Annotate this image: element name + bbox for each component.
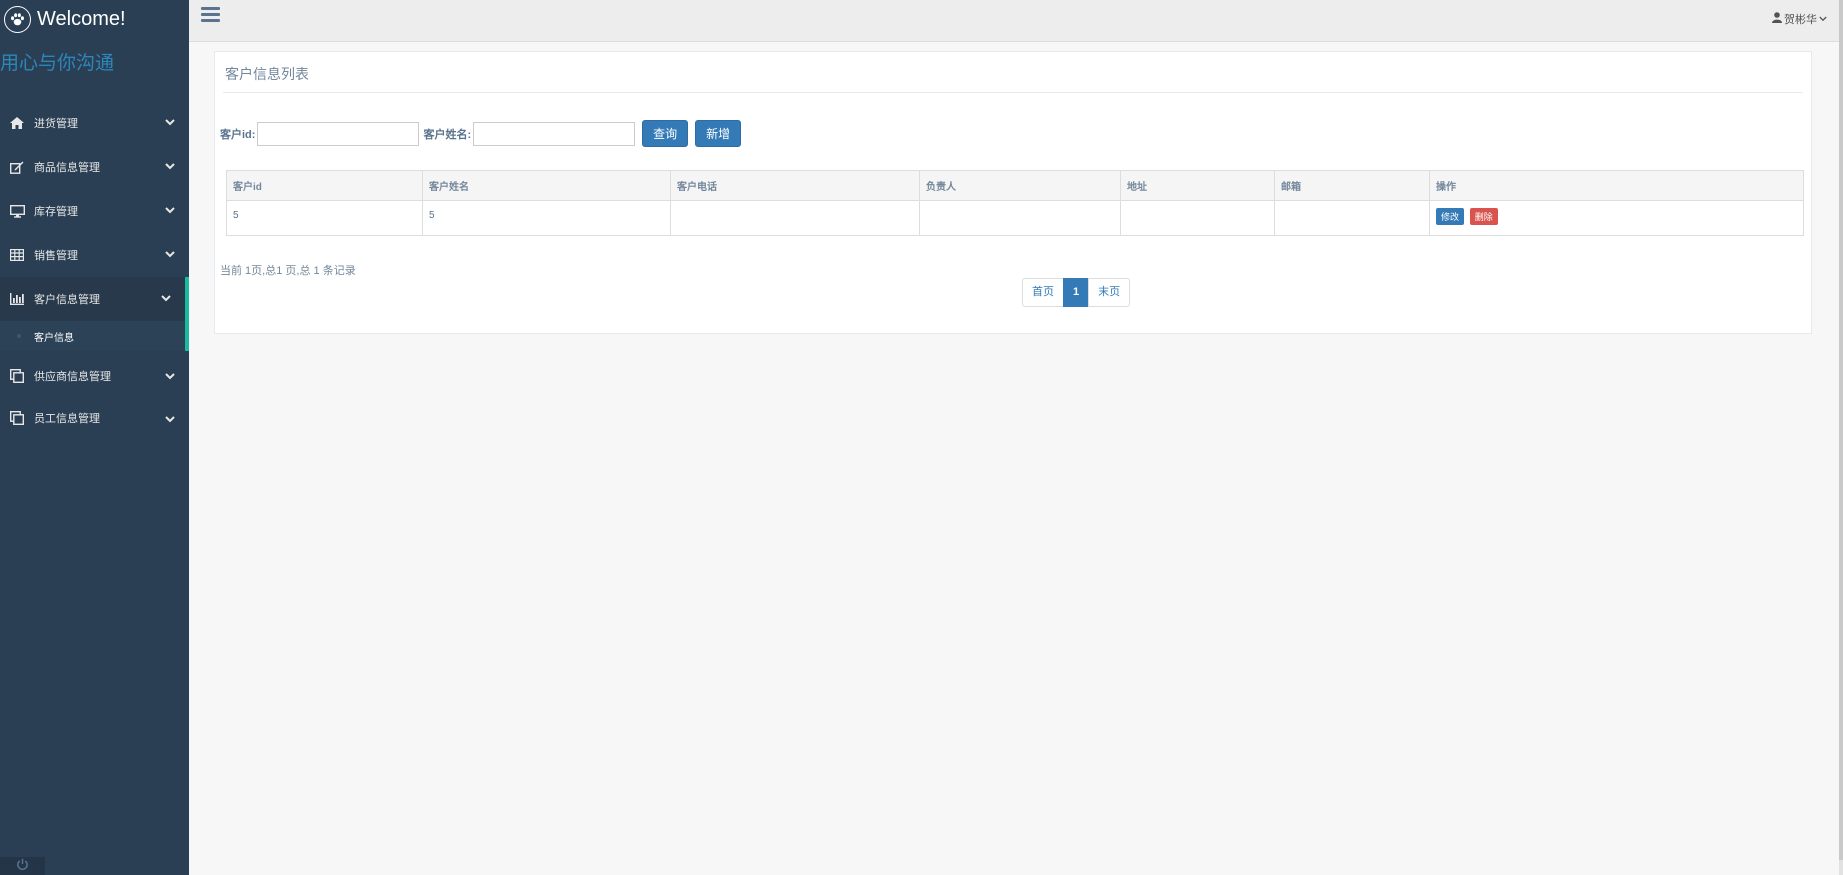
column-header: 地址 [1120,170,1275,201]
cell-customer-id: 5 [226,200,423,236]
bar-chart-icon [9,292,25,306]
sidebar-item-customers[interactable]: 客户信息管理 [0,277,189,321]
sidebar-item-suppliers[interactable]: 供应商信息管理 [0,357,189,395]
sidebar-item-label: 销售管理 [34,250,78,262]
logout-button[interactable] [0,857,45,875]
chevron-down-icon [165,414,175,426]
home-icon [9,116,25,130]
scrollbar[interactable] [1839,0,1843,875]
first-page-link[interactable]: 首页 [1022,278,1064,307]
table-header-row: 客户id 客户姓名 客户电话 负责人 地址 邮箱 操作 [226,170,1804,201]
column-header: 邮箱 [1274,170,1430,201]
sidebar-item-goods[interactable]: 商品信息管理 [0,145,189,189]
sidebar-item-sales[interactable]: 销售管理 [0,233,189,277]
last-page-link[interactable]: 末页 [1088,278,1131,307]
sidebar-item-label: 商品信息管理 [34,162,100,174]
column-header: 客户id [226,170,423,201]
scrollbar-thumb[interactable] [1839,0,1843,860]
top-navbar: 贺彬华 [189,0,1843,42]
query-button[interactable]: 查询 [642,120,689,147]
sidebar-item-employees[interactable]: 员工信息管理 [0,395,189,441]
sidebar-item-label: 库存管理 [34,206,78,218]
side-menu: 进货管理 商品信息管理 库存管理 销售管理 客户信息管理 客户信息 供应商信息管… [0,101,189,441]
customer-table: 客户id 客户姓名 客户电话 负责人 地址 邮箱 操作 5 5 修改 删除 [226,170,1804,236]
edit-button[interactable]: 修改 [1436,208,1465,225]
edit-icon [9,160,25,174]
delete-button[interactable]: 删除 [1469,208,1498,225]
chevron-down-icon [165,117,175,129]
sidebar-item-label: 进货管理 [34,118,78,130]
submenu-item-customer-info[interactable]: 客户信息 [0,321,189,351]
cell-email [1274,200,1430,236]
cell-manager [919,200,1121,236]
user-dropdown[interactable]: 贺彬华 [1772,11,1827,27]
column-header: 操作 [1429,170,1804,201]
sidebar-item-inventory[interactable]: 库存管理 [0,189,189,233]
desktop-icon [9,204,25,218]
cell-customer-phone [670,200,920,236]
chevron-down-icon [165,249,175,261]
page-title: 客户信息列表 [225,66,309,82]
chevron-down-icon [165,161,175,173]
page-info: 当前 1页,总1 页,总 1 条记录 [220,265,356,277]
column-header: 客户姓名 [422,170,671,201]
sidebar-item-label: 供应商信息管理 [34,371,111,383]
chevron-down-icon [165,205,175,217]
pagination: 首页 1 末页 [1022,278,1131,307]
sidebar-item-label: 客户信息管理 [34,294,100,306]
slogan: 用心与你沟通 [0,53,115,74]
search-form: 客户id: 客户姓名: 查询 新增 [220,120,742,147]
table-icon [9,248,25,262]
power-icon [16,858,29,874]
column-header: 负责人 [919,170,1121,201]
bullet-dot-icon [17,334,21,338]
page-link-current[interactable]: 1 [1063,278,1090,307]
customer-list-panel: 客户信息列表 客户id: 客户姓名: 查询 新增 客户id 客户姓名 客户电话 … [214,51,1812,334]
sidebar: Welcome! 用心与你沟通 进货管理 商品信息管理 库存管理 销售管理 客户… [0,0,189,875]
customer-name-input[interactable] [473,121,636,146]
sidebar-item-purchase[interactable]: 进货管理 [0,101,189,145]
brand[interactable]: Welcome! [0,0,189,38]
customer-id-label: 客户id: [220,128,256,141]
cell-customer-name: 5 [422,200,671,236]
sidebar-item-label: 员工信息管理 [34,413,100,425]
clone-icon [9,411,25,425]
clone-icon [9,369,25,383]
chevron-down-icon [161,293,171,305]
chevron-down-icon [165,371,175,383]
user-name: 贺彬华 [1784,14,1817,26]
divider [223,92,1803,93]
column-header: 客户电话 [670,170,920,201]
submenu-item-label: 客户信息 [34,332,74,344]
user-icon [1772,12,1782,26]
menu-toggle-icon[interactable] [201,7,220,25]
table-row: 5 5 修改 删除 [226,200,1804,236]
customer-id-input[interactable] [257,121,420,146]
add-button[interactable]: 新增 [695,120,742,147]
customer-name-label: 客户姓名: [423,128,472,141]
cell-address [1120,200,1275,236]
brand-title: Welcome! [37,7,126,30]
chevron-down-icon [1819,13,1827,25]
cell-actions: 修改 删除 [1429,200,1804,236]
paw-icon [4,5,31,33]
